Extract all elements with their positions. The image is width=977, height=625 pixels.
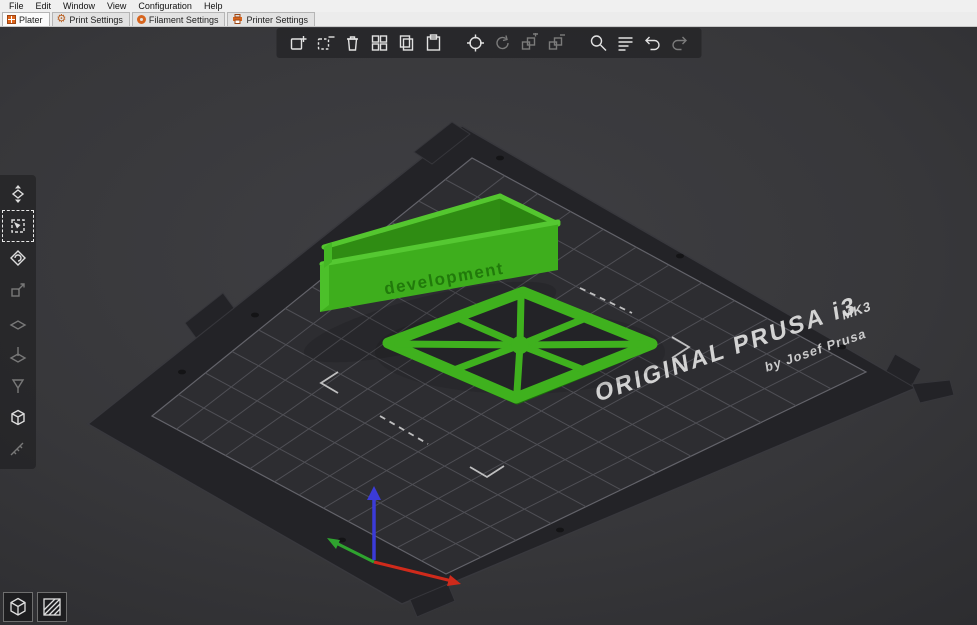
center-target-icon bbox=[466, 34, 484, 52]
rotate-tool-button[interactable] bbox=[4, 244, 32, 272]
delete-object-button[interactable] bbox=[313, 31, 337, 55]
center-instance-button[interactable] bbox=[463, 31, 487, 55]
menu-edit[interactable]: Edit bbox=[31, 1, 57, 11]
measure-tool-button[interactable] bbox=[4, 436, 32, 464]
view-mode-buttons bbox=[3, 592, 67, 622]
menu-file[interactable]: File bbox=[4, 1, 29, 11]
menu-view[interactable]: View bbox=[102, 1, 131, 11]
cube-icon bbox=[11, 409, 25, 426]
menu-configuration[interactable]: Configuration bbox=[133, 1, 197, 11]
zoom-button[interactable] bbox=[586, 31, 610, 55]
top-toolbar bbox=[276, 28, 701, 58]
move-tool-button[interactable] bbox=[4, 180, 32, 208]
rotate-icon bbox=[10, 250, 26, 266]
cut-icon bbox=[9, 347, 27, 363]
undo-icon bbox=[644, 36, 660, 51]
tab-label: Printer Settings bbox=[246, 14, 308, 25]
scale-tool-button[interactable] bbox=[4, 276, 32, 304]
layers-list-button[interactable] bbox=[613, 31, 637, 55]
rotate-instance-button[interactable] bbox=[490, 31, 514, 55]
arrange-button[interactable] bbox=[367, 31, 391, 55]
tab-plater[interactable]: Plater bbox=[2, 12, 50, 26]
flatten-tool-button[interactable] bbox=[4, 308, 32, 336]
support-tool-button[interactable] bbox=[4, 372, 32, 400]
arrange-icon bbox=[371, 35, 387, 51]
flatten-icon bbox=[9, 320, 27, 330]
delete-all-button[interactable] bbox=[340, 31, 364, 55]
tab-print-settings[interactable]: ⚙ Print Settings bbox=[51, 12, 130, 26]
undo-button[interactable] bbox=[640, 31, 664, 55]
decrease-instances-icon bbox=[548, 34, 565, 50]
lattice-hub bbox=[511, 336, 529, 354]
tab-label: Plater bbox=[19, 14, 43, 25]
tab-filament-settings[interactable]: Filament Settings bbox=[131, 12, 226, 26]
camera-cube-button[interactable] bbox=[4, 404, 32, 432]
ruler-icon bbox=[10, 442, 24, 456]
add-object-icon bbox=[290, 36, 306, 50]
viewport-3d[interactable]: ORIGINAL PRUSA i3 MK3 by Josef Prusa dev… bbox=[0, 27, 977, 625]
menu-help[interactable]: Help bbox=[199, 1, 228, 11]
menu-bar: File Edit Window View Configuration Help bbox=[0, 0, 977, 12]
decrease-instances-button[interactable] bbox=[544, 31, 568, 55]
gear-icon: ⚙ bbox=[56, 13, 67, 25]
select-icon bbox=[11, 219, 25, 233]
tab-printer-settings[interactable]: Printer Settings bbox=[227, 12, 315, 26]
add-object-button[interactable] bbox=[286, 31, 310, 55]
support-icon bbox=[11, 379, 25, 393]
cut-tool-button[interactable] bbox=[4, 340, 32, 368]
menu-window[interactable]: Window bbox=[58, 1, 100, 11]
redo-icon bbox=[671, 36, 687, 51]
bed-ear-corner bbox=[911, 379, 955, 404]
tab-label: Filament Settings bbox=[148, 14, 219, 25]
tab-label: Print Settings bbox=[69, 14, 123, 25]
scene-3d: ORIGINAL PRUSA i3 MK3 by Josef Prusa dev… bbox=[86, 121, 955, 618]
tab-bar: Plater ⚙ Print Settings Filament Setting… bbox=[0, 12, 977, 27]
search-icon bbox=[590, 35, 606, 51]
delete-all-icon bbox=[346, 36, 358, 51]
select-tool-button[interactable] bbox=[2, 210, 34, 242]
filament-spool-icon bbox=[136, 15, 146, 24]
move-icon bbox=[11, 185, 25, 203]
layers-slice-icon bbox=[43, 598, 61, 616]
paste-icon bbox=[426, 34, 440, 51]
printer-icon bbox=[232, 13, 243, 26]
layers-icon bbox=[618, 37, 632, 51]
redo-button[interactable] bbox=[667, 31, 691, 55]
plater-grid-icon bbox=[7, 15, 16, 24]
cube-3d-icon bbox=[10, 597, 26, 616]
scale-icon bbox=[11, 283, 25, 297]
paste-button[interactable] bbox=[421, 31, 445, 55]
increase-instances-button[interactable] bbox=[517, 31, 541, 55]
copy-button[interactable] bbox=[394, 31, 418, 55]
delete-object-icon bbox=[317, 36, 334, 50]
view-layers-button[interactable] bbox=[37, 592, 67, 622]
rotate-instance-icon bbox=[495, 35, 509, 50]
increase-instances-icon bbox=[521, 33, 538, 50]
left-toolbar bbox=[0, 175, 36, 469]
view-3d-button[interactable] bbox=[3, 592, 33, 622]
copy-icon bbox=[399, 35, 413, 51]
